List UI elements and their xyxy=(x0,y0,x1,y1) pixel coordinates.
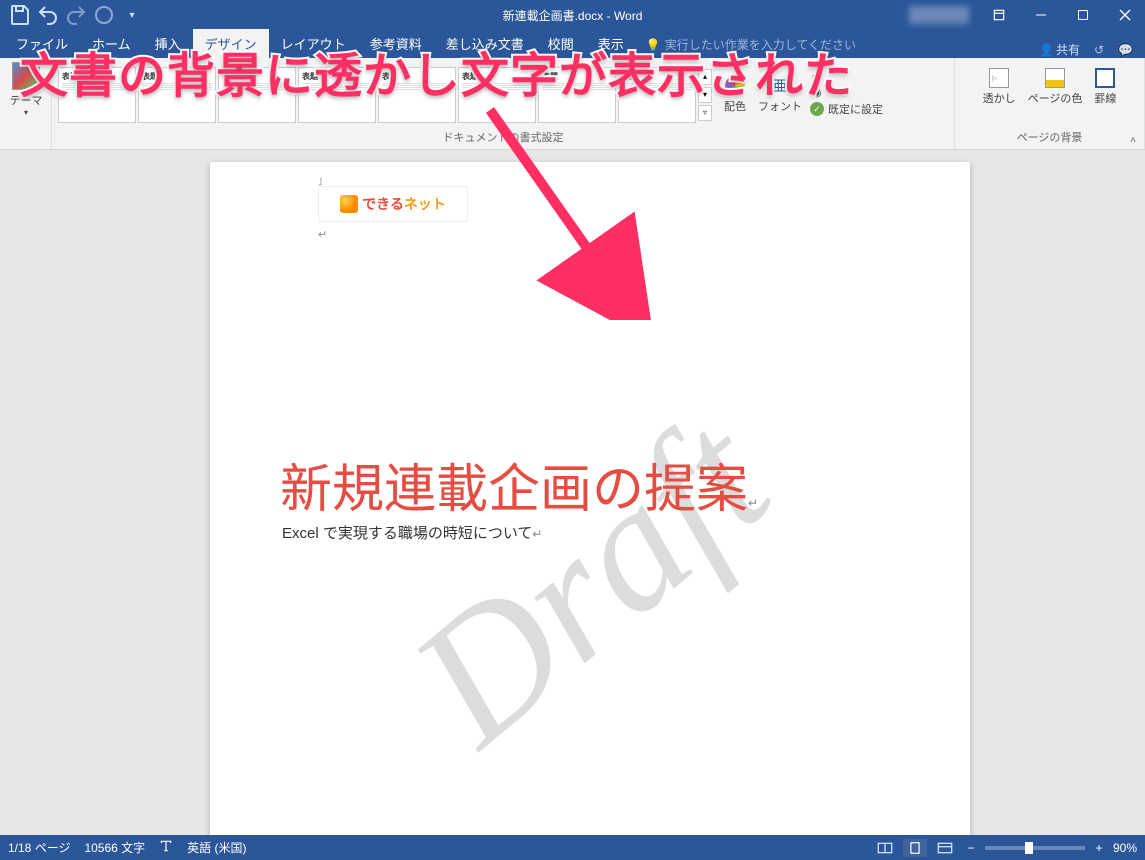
page-color-icon xyxy=(1045,68,1065,88)
user-account-blurred[interactable] xyxy=(909,6,969,24)
style-set-thumb[interactable]: 表題 xyxy=(58,67,136,123)
paragraph-spacing-button[interactable]: ≡ xyxy=(810,72,883,84)
paragraph-spacing-icon: ≡ xyxy=(812,72,818,84)
tab-review[interactable]: 校閲 xyxy=(536,29,586,58)
paragraph-mark-icon: ↵ xyxy=(748,496,758,510)
style-set-thumb[interactable]: 表題 xyxy=(298,67,376,123)
check-icon: ✓ xyxy=(810,102,824,116)
ribbon-display-options-icon[interactable] xyxy=(979,0,1019,30)
minimize-icon[interactable] xyxy=(1021,0,1061,30)
gallery-down-icon[interactable]: ▾ xyxy=(698,87,712,103)
touch-mode-icon[interactable] xyxy=(92,3,116,27)
status-right: − + 90% xyxy=(873,839,1137,857)
word-count-status[interactable]: 10566 文字 xyxy=(84,839,145,856)
page-borders-icon xyxy=(1095,68,1115,88)
print-layout-icon[interactable] xyxy=(903,839,927,857)
zoom-slider-thumb[interactable] xyxy=(1025,842,1033,854)
page-background-group: A 透かし ページの色 罫線 ページの背景 xyxy=(955,58,1145,149)
history-icon[interactable]: ↺ xyxy=(1094,43,1104,57)
zoom-slider[interactable] xyxy=(985,846,1085,850)
close-icon[interactable] xyxy=(1105,0,1145,30)
tab-references[interactable]: 参考資料 xyxy=(358,29,434,58)
spellcheck-icon[interactable] xyxy=(159,839,173,856)
themes-group: テーマ ▾ xyxy=(0,58,52,149)
style-set-thumb[interactable]: 表題 xyxy=(138,67,216,123)
share-button[interactable]: 👤共有 xyxy=(1039,41,1080,58)
status-bar: 1/18 ページ 10566 文字 英語 (米国) − + 90% xyxy=(0,835,1145,860)
document-heading[interactable]: 新規連載企画の提案↵ xyxy=(280,447,758,522)
page[interactable]: Draft ˩ できるネット ↵ 新規連載企画の提案↵ Excel で実現する職… xyxy=(210,162,970,835)
gallery-more-icon[interactable]: ▿ xyxy=(698,105,712,121)
logo-icon xyxy=(340,195,358,213)
language-status[interactable]: 英語 (米国) xyxy=(187,839,246,856)
colors-icon xyxy=(725,76,745,96)
web-layout-icon[interactable] xyxy=(933,839,957,857)
status-left: 1/18 ページ 10566 文字 英語 (米国) xyxy=(8,839,247,856)
redo-icon[interactable] xyxy=(64,3,88,27)
tab-design[interactable]: デザイン xyxy=(193,29,269,58)
fonts-icon: 亜 xyxy=(770,76,790,96)
style-set-thumb[interactable]: 表題 xyxy=(538,67,616,123)
tab-file[interactable]: ファイル xyxy=(4,29,80,58)
style-set-thumb[interactable]: 表題 xyxy=(618,67,696,123)
title-bar-right xyxy=(909,0,1145,30)
style-set-thumb[interactable]: 表題 xyxy=(458,67,536,123)
set-default-button[interactable]: ✓ 既定に設定 xyxy=(810,101,883,117)
style-set-thumb[interactable]: 表題 xyxy=(378,67,456,123)
paragraph-mark-icon: ↵ xyxy=(318,228,327,241)
tabs-right: 👤共有 ↺ 💬 xyxy=(1039,41,1141,58)
zoom-in-button[interactable]: + xyxy=(1091,840,1107,856)
style-set-gallery[interactable]: 表題 表題 表題 表題 表題 表題 表題 表題 ▴ ▾ ▿ 配色 亜 フォント xyxy=(58,62,948,127)
comments-icon[interactable]: 💬 xyxy=(1118,43,1133,57)
tab-insert[interactable]: 挿入 xyxy=(143,29,193,58)
colors-button[interactable]: 配色 xyxy=(720,74,750,116)
logo-text: できるネット xyxy=(362,194,446,214)
style-set-thumb[interactable]: 表題 xyxy=(218,67,296,123)
ribbon-tabs: ファイル ホーム 挿入 デザイン レイアウト 参考資料 差し込み文書 校閲 表示… xyxy=(0,30,1145,58)
save-icon[interactable] xyxy=(8,3,32,27)
doc-format-group-label: ドキュメントの書式設定 xyxy=(58,127,948,147)
themes-icon xyxy=(12,62,40,90)
tell-me-search[interactable]: 💡実行したい作業を入力してください xyxy=(646,36,856,53)
zoom-out-button[interactable]: − xyxy=(963,840,979,856)
document-canvas: Draft ˩ できるネット ↵ 新規連載企画の提案↵ Excel で実現する職… xyxy=(0,150,1145,835)
watermark-text: Draft xyxy=(374,375,806,784)
page-number-status[interactable]: 1/18 ページ xyxy=(8,839,70,856)
tab-view[interactable]: 表示 xyxy=(586,29,636,58)
effects-button[interactable]: ◉ xyxy=(810,86,883,99)
gallery-up-icon[interactable]: ▴ xyxy=(698,69,712,85)
page-bg-group-label: ページの背景 xyxy=(961,127,1138,147)
gallery-scroll: ▴ ▾ ▿ xyxy=(698,69,714,121)
logo-image: できるネット xyxy=(318,186,468,222)
maximize-icon[interactable] xyxy=(1063,0,1103,30)
tab-home[interactable]: ホーム xyxy=(80,29,143,58)
tab-layout[interactable]: レイアウト xyxy=(269,29,358,58)
formatting-right-buttons: 配色 亜 フォント ≡ ◉ ✓ 既定に設定 xyxy=(716,68,887,121)
quick-access-toolbar: ▾ xyxy=(0,3,152,27)
watermark-button[interactable]: A 透かし xyxy=(979,66,1020,108)
zoom-level[interactable]: 90% xyxy=(1113,841,1137,855)
paragraph-mark-icon: ↵ xyxy=(532,527,542,541)
document-formatting-group: 表題 表題 表題 表題 表題 表題 表題 表題 ▴ ▾ ▿ 配色 亜 フォント xyxy=(52,58,955,149)
page-borders-button[interactable]: 罫線 xyxy=(1090,66,1120,108)
watermark-icon: A xyxy=(989,68,1009,88)
undo-icon[interactable] xyxy=(36,3,60,27)
ribbon: テーマ ▾ 表題 表題 表題 表題 表題 表題 表題 表題 ▴ ▾ ▿ 配色 xyxy=(0,58,1145,150)
collapse-ribbon-icon[interactable]: ˄ xyxy=(1125,133,1141,147)
read-mode-icon[interactable] xyxy=(873,839,897,857)
themes-button[interactable]: テーマ ▾ xyxy=(6,62,46,117)
page-color-button[interactable]: ページの色 xyxy=(1024,66,1087,108)
customize-qat-icon[interactable]: ▾ xyxy=(120,3,144,27)
title-bar: ▾ 新連載企画書.docx - Word xyxy=(0,0,1145,30)
fonts-button[interactable]: 亜 フォント xyxy=(754,74,806,116)
document-body-text[interactable]: Excel で実現する職場の時短について↵ xyxy=(282,522,542,543)
document-title: 新連載企画書.docx - Word xyxy=(503,7,643,24)
tab-mailings[interactable]: 差し込み文書 xyxy=(434,29,536,58)
effects-icon: ◉ xyxy=(812,86,822,99)
